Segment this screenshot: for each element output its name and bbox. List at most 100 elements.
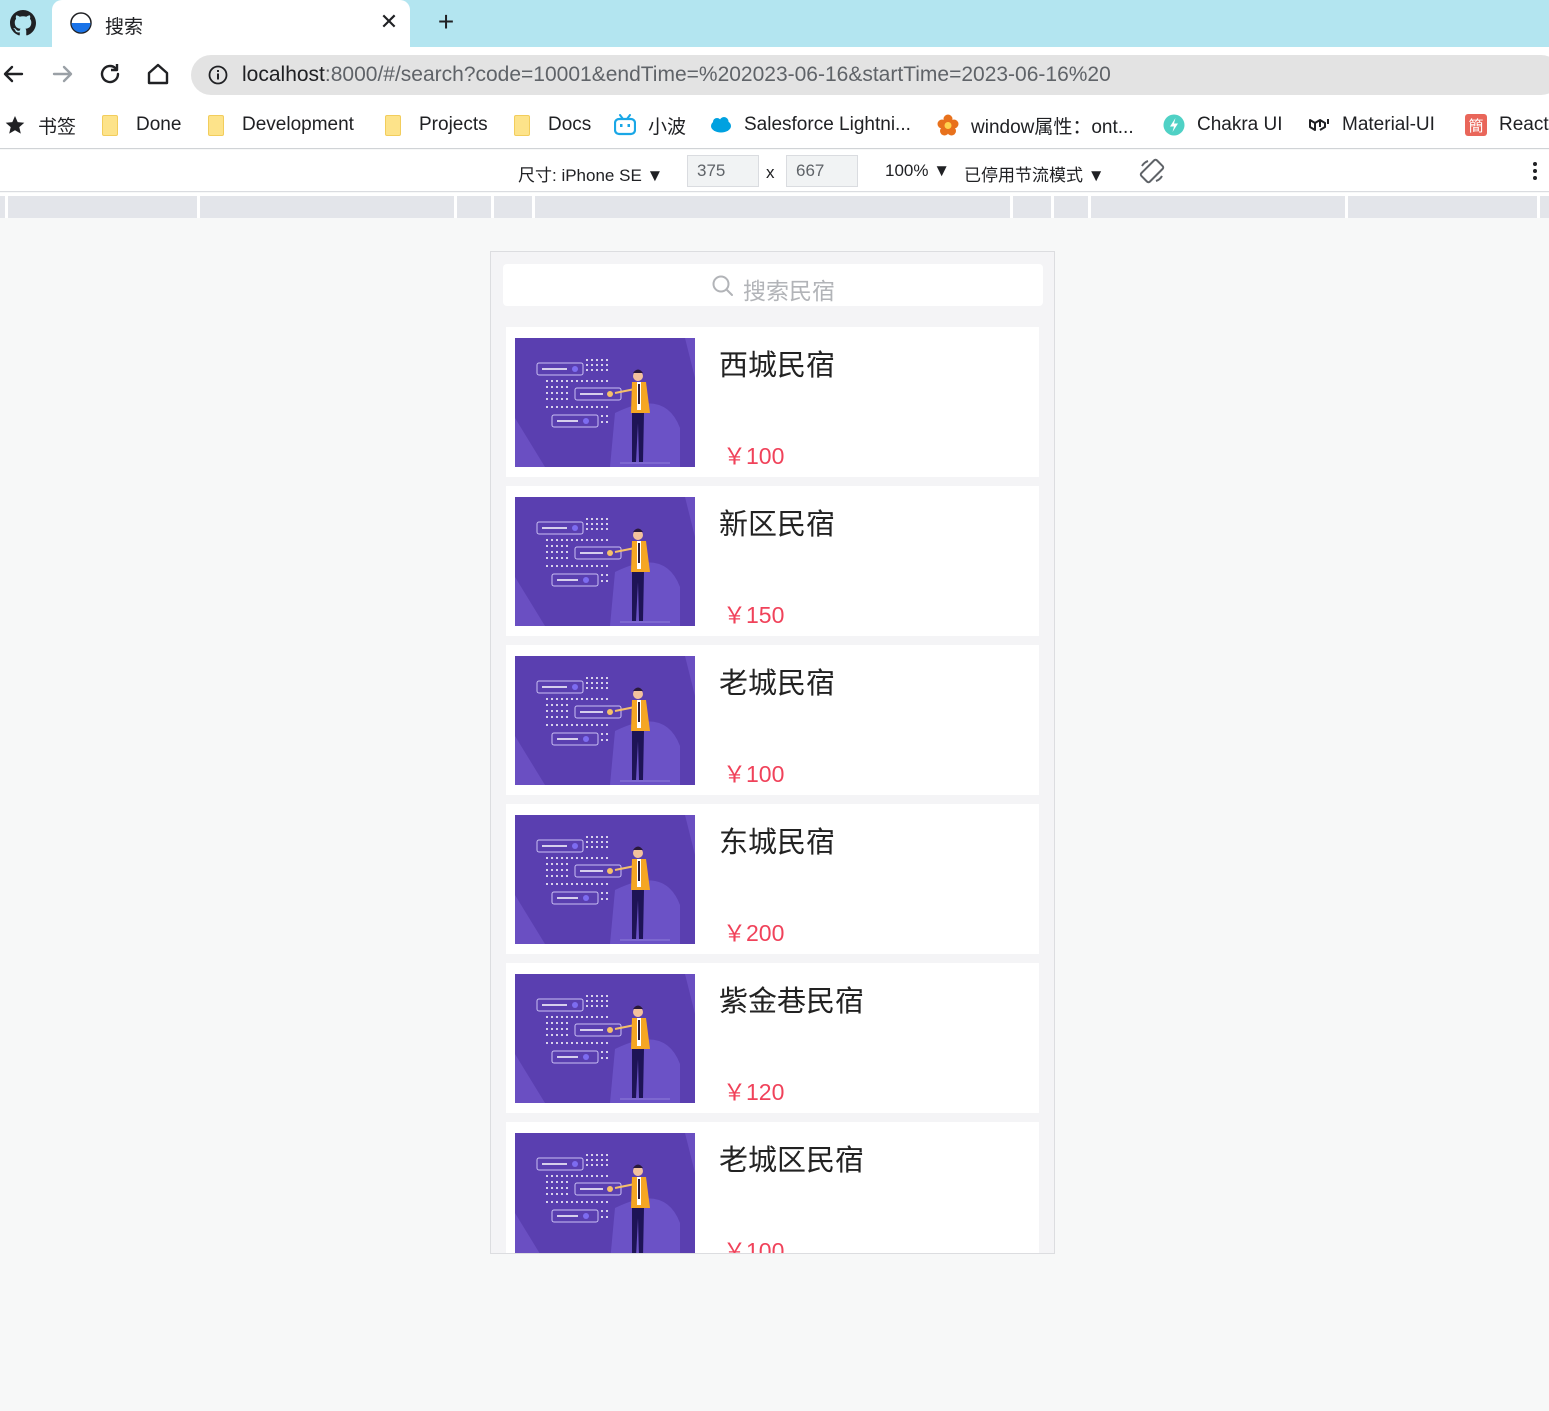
folder-icon <box>514 114 530 136</box>
folder-icon <box>102 114 118 136</box>
throttle-select[interactable]: 已停用节流模式 ▼ <box>964 161 1105 186</box>
listing-thumbnail[interactable] <box>515 497 695 626</box>
listing-title[interactable]: 老城民宿 <box>719 660 835 702</box>
ruler-segment[interactable] <box>1540 196 1549 218</box>
search-placeholder: 搜索民宿 <box>743 278 835 304</box>
listing-price: ￥100 <box>723 1238 785 1254</box>
url-text[interactable]: localhost:8000/#/search?code=10001&endTi… <box>242 63 1111 87</box>
folder-icon <box>208 114 224 136</box>
bookmark-react[interactable]: 簡 React <box>1465 113 1549 137</box>
rotate-icon[interactable] <box>1138 157 1166 185</box>
listing-price: ￥100 <box>723 761 785 787</box>
zoom-select[interactable]: 100% ▼ <box>885 161 950 181</box>
listing-card[interactable]: 老城区民宿 ￥100 <box>506 1122 1039 1254</box>
throttle-label: 已停用节流模式 <box>964 166 1083 185</box>
listing-thumbnail[interactable] <box>515 815 695 944</box>
dropdown-arrow-icon: ▼ <box>933 161 951 180</box>
salesforce-icon <box>711 117 731 133</box>
reload-icon[interactable] <box>96 60 124 88</box>
listing-thumbnail[interactable] <box>515 656 695 785</box>
device-label: 尺寸: iPhone SE <box>518 166 642 185</box>
site-favicon-icon <box>70 12 92 34</box>
bookmark-projects[interactable]: Projects <box>385 113 488 137</box>
listing-card[interactable]: 西城民宿 ￥100 <box>506 327 1039 477</box>
bookmark-xiaobo[interactable]: 小波 <box>614 113 687 138</box>
listing-price: ￥150 <box>723 602 785 628</box>
bookmark-docs[interactable]: Docs <box>514 113 591 137</box>
listing-price: ￥120 <box>723 1079 785 1105</box>
bookmark-label: Docs <box>548 114 592 135</box>
zoom-label: 100% <box>885 161 929 180</box>
bookmark-label: 书签 <box>38 116 77 138</box>
forward-icon[interactable] <box>48 60 76 88</box>
bookmark-material-ui[interactable]: Material-UI <box>1308 113 1435 137</box>
bookmark-done[interactable]: Done <box>102 113 181 137</box>
bookmark-bookmarks[interactable]: 书签 <box>4 113 77 138</box>
url-path: :8000/#/search?code=10001&endTime=%20202… <box>324 63 1111 86</box>
bookmark-chakra-ui[interactable]: Chakra UI <box>1163 113 1283 137</box>
presenter-illustration-icon <box>515 656 695 785</box>
ruler-segment[interactable] <box>1091 196 1345 218</box>
close-tab-icon[interactable]: ✕ <box>376 9 402 35</box>
ruler-segment[interactable] <box>457 196 491 218</box>
new-tab-icon[interactable]: + <box>432 8 460 36</box>
listing-card[interactable]: 老城民宿 ￥100 <box>506 645 1039 795</box>
bookmark-label: Salesforce Lightni... <box>744 114 911 135</box>
home-icon[interactable] <box>144 60 172 88</box>
ruler-segment[interactable] <box>1013 196 1051 218</box>
height-input[interactable]: 667 <box>786 155 858 187</box>
bookmark-label: Done <box>136 114 182 135</box>
bookmark-label: Development <box>242 114 354 135</box>
listing-thumbnail[interactable] <box>515 1133 695 1253</box>
ruler-segment[interactable] <box>200 196 454 218</box>
tab-search[interactable]: 搜索 ✕ <box>52 0 410 47</box>
dimension-separator: x <box>766 163 775 182</box>
bookmark-salesforce[interactable]: Salesforce Lightni... <box>710 113 911 137</box>
ruler-segment[interactable] <box>1348 196 1537 218</box>
listing-card[interactable]: 紫金巷民宿 ￥120 <box>506 963 1039 1113</box>
tab-title: 搜索 <box>105 17 144 38</box>
listing-card[interactable]: 东城民宿 ￥200 <box>506 804 1039 954</box>
ruler-segment[interactable] <box>494 196 532 218</box>
listing-card[interactable]: 新区民宿 ￥150 <box>506 486 1039 636</box>
bilibili-icon <box>614 114 636 136</box>
more-options-icon[interactable] <box>1527 160 1543 182</box>
github-icon[interactable] <box>10 10 36 36</box>
search-icon <box>712 275 733 296</box>
listing-title[interactable]: 东城民宿 <box>719 819 835 861</box>
address-bar[interactable]: localhost:8000/#/search?code=10001&endTi… <box>191 55 1549 95</box>
ruler-segment[interactable] <box>1054 196 1088 218</box>
device-toolbar: 尺寸: iPhone SE ▼ 375 x 667 100% ▼ 已停用节流模式… <box>0 150 1549 192</box>
presenter-illustration-icon <box>515 1133 695 1253</box>
device-select[interactable]: 尺寸: iPhone SE ▼ <box>518 161 663 186</box>
width-input[interactable]: 375 <box>687 155 759 187</box>
back-icon[interactable] <box>0 60 28 88</box>
listing-thumbnail[interactable] <box>515 338 695 467</box>
listing-price: ￥100 <box>723 443 785 469</box>
ruler-segment[interactable] <box>0 196 5 218</box>
info-icon[interactable] <box>208 65 228 85</box>
star-icon <box>5 116 25 134</box>
bookmark-label: React <box>1499 114 1549 135</box>
bookmark-development[interactable]: Development <box>208 113 354 137</box>
bookmark-label: Projects <box>419 114 488 135</box>
listing-title[interactable]: 西城民宿 <box>719 342 835 384</box>
dropdown-arrow-icon: ▼ <box>1087 166 1105 185</box>
bookmark-label: Material-UI <box>1342 114 1435 135</box>
bookmark-label: 小波 <box>648 116 687 138</box>
listing-title[interactable]: 老城区民宿 <box>719 1137 864 1179</box>
chakra-icon <box>1163 114 1185 136</box>
bookmarks-bar: 书签 Done Development Projects Docs 小波 Sal… <box>0 101 1549 149</box>
listing-title[interactable]: 紫金巷民宿 <box>719 978 864 1020</box>
bookmark-window-props[interactable]: window属性：ont... <box>937 113 1134 138</box>
browser-toolbar: localhost:8000/#/search?code=10001&endTi… <box>0 47 1549 101</box>
ruler-segment[interactable] <box>535 196 1010 218</box>
url-host: localhost <box>242 63 325 86</box>
listing-thumbnail[interactable] <box>515 974 695 1103</box>
folder-icon <box>385 114 401 136</box>
listing-title[interactable]: 新区民宿 <box>719 501 835 543</box>
search-input[interactable]: 搜索民宿 <box>503 264 1043 306</box>
ruler-segment[interactable] <box>8 196 197 218</box>
flower-icon <box>937 114 959 136</box>
presenter-illustration-icon <box>515 338 695 467</box>
